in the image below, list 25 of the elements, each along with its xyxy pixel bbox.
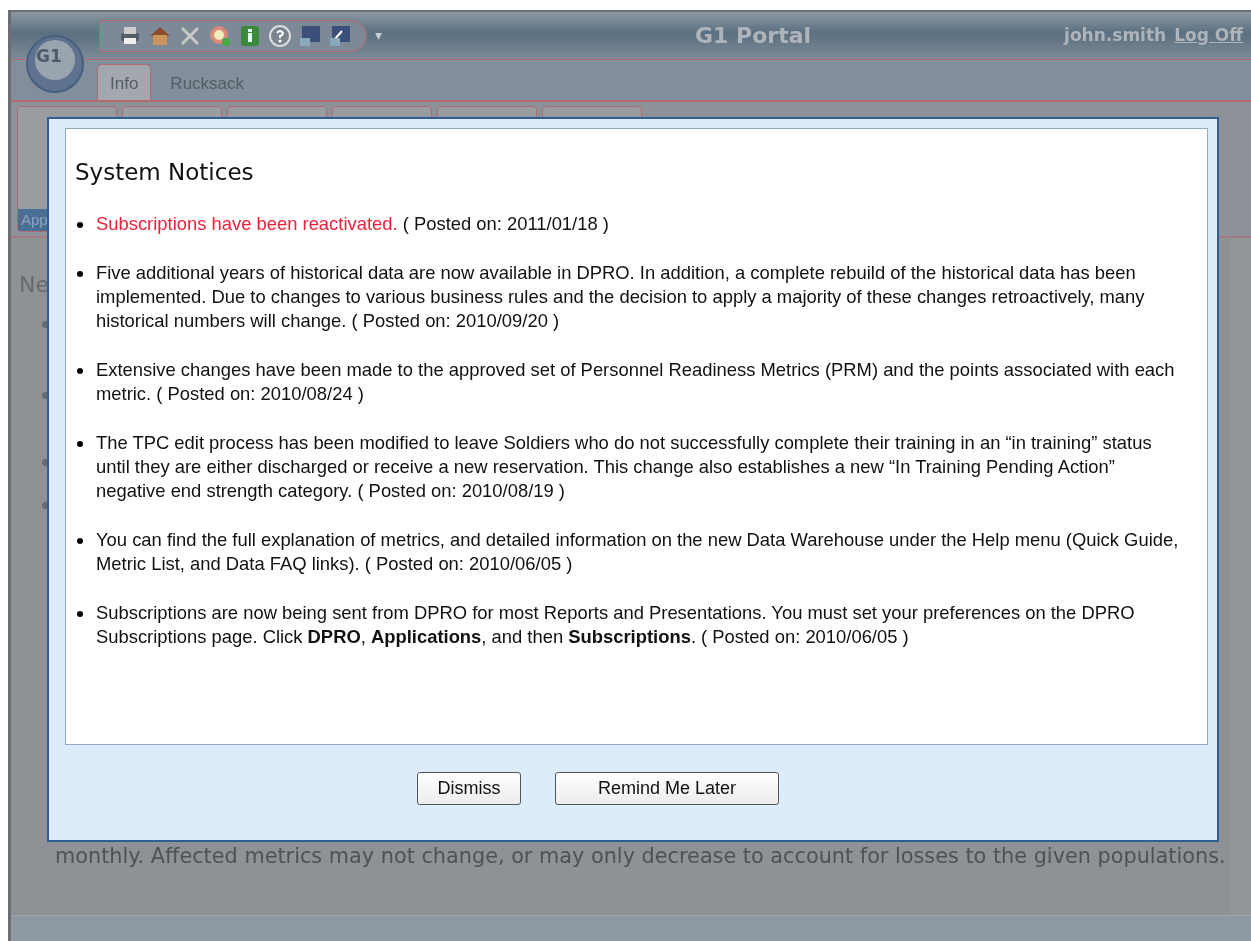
notice-text: You can find the full explanation of metrics, and detailed information on the new Data Warehouse under the Help menu (Quick Guide, Metric List, and Data FAQ links). ( Posted on: 2010/06/05 ) bbox=[96, 527, 1180, 576]
report-icon[interactable] bbox=[298, 23, 322, 48]
notice-text: Subscriptions are now being sent from DPRO for most Reports and Presentations. You must set your preferences on the DPRO Subscriptions page. Click DPRO, Applications, and then Subscriptions. ( Posted on: 2010/06/05 ) bbox=[96, 600, 1136, 649]
notice-text: Five additional years of historical data are now available in DPRO. In addition, a complete rebuild of the historical data has been implemented. Due to changes to various business rules and the decision to apply a majority of these changes retroactively, many historical numbers will change. ( Posted on: 2010/09/20 ) bbox=[96, 260, 1146, 333]
log-off-link[interactable]: Log Off bbox=[1174, 22, 1243, 49]
dialog-title: System Notices bbox=[75, 158, 255, 187]
info-icon[interactable] bbox=[238, 23, 262, 48]
logo-text: G1 bbox=[36, 45, 62, 68]
notice-text: The TPC edit process has been modified to leave Soldiers who do not successfully complete their training in an “in training” status until they are either discharged or receive a new reservation. This change also establishes a new “In Training Pending Action” negative end strength category. ( Posted on: 2010/08/19 ) bbox=[96, 430, 1153, 503]
horizontal-scrollbar[interactable] bbox=[11, 915, 1251, 941]
help-icon[interactable] bbox=[268, 23, 292, 48]
target-icon[interactable] bbox=[208, 23, 232, 48]
user-name: john.smith bbox=[1064, 23, 1167, 47]
g1-logo-icon bbox=[25, 34, 85, 94]
dropdown-icon[interactable]: ▾ bbox=[375, 25, 382, 46]
vertical-scrollbar[interactable] bbox=[1231, 238, 1251, 915]
dismiss-button[interactable]: Dismiss bbox=[417, 772, 521, 805]
tab[interactable]: Rucksack bbox=[157, 63, 258, 100]
tab[interactable]: Info bbox=[97, 63, 152, 100]
notice-text: Subscriptions have been reactivated. ( Posted on: 2011/01/18 ) bbox=[96, 211, 610, 236]
remind-later-button[interactable]: Remind Me Later bbox=[555, 772, 779, 805]
window-title: G1 Portal bbox=[694, 22, 813, 50]
notice-text: Extensive changes have been made to the approved set of Personnel Readiness Metrics (PRM) and the points associated with each metric. ( Posted on: 2010/08/24 ) bbox=[96, 357, 1176, 406]
chart-icon[interactable] bbox=[328, 23, 352, 48]
news-text: monthly. Affected metrics may not change, or may only decrease to account for losses to the given populations. bbox=[55, 843, 1226, 870]
